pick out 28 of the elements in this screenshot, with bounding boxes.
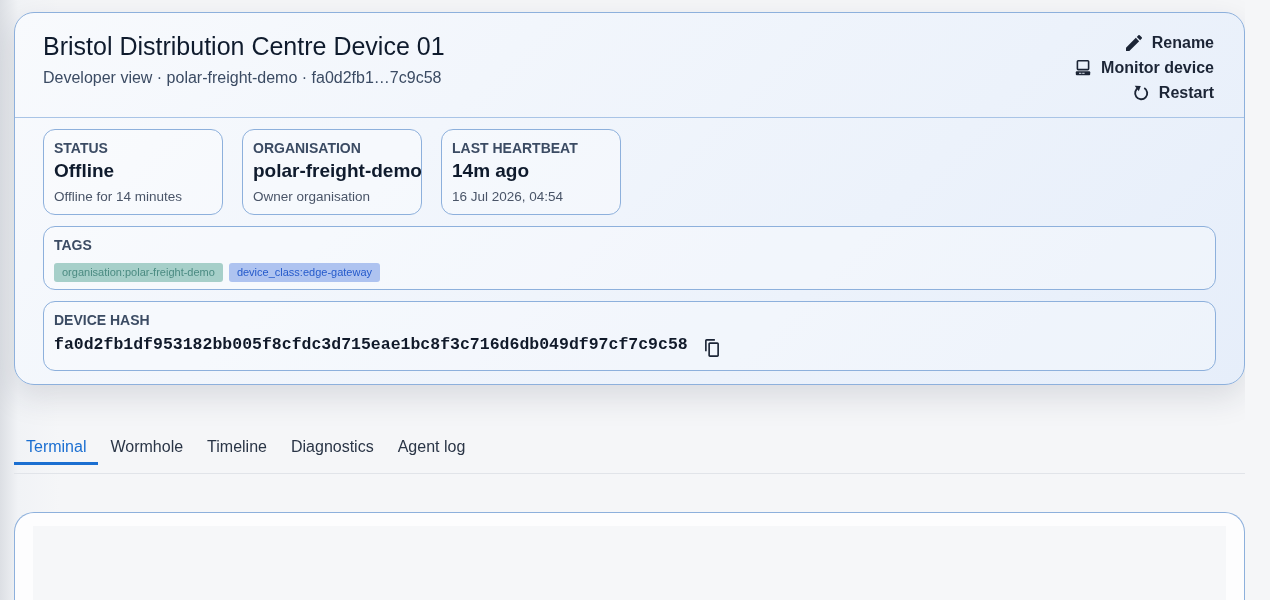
stat-label: LAST HEARTBEAT bbox=[452, 139, 578, 158]
pencil-icon bbox=[1125, 34, 1142, 51]
device-title: Bristol Distribution Centre Device 01 bbox=[43, 31, 445, 62]
stat-detail: 16 Jul 2026, 04:54 bbox=[452, 188, 564, 206]
monitor-button[interactable]: Monitor device bbox=[1075, 55, 1214, 80]
tab[interactable]: Diagnostics bbox=[278, 424, 386, 465]
tag: organisation:polar-freight-demo bbox=[54, 263, 223, 282]
restart-button[interactable]: Restart bbox=[1132, 80, 1214, 105]
stat-value: Offline bbox=[54, 159, 115, 183]
stat-detail: Offline for 14 minutes bbox=[54, 188, 183, 206]
tags-label: TAGS bbox=[54, 236, 92, 255]
stat-label: STATUS bbox=[54, 139, 108, 158]
tab[interactable]: Wormhole bbox=[98, 424, 196, 465]
copy-icon bbox=[703, 339, 720, 357]
device-hash-label: DEVICE HASH bbox=[54, 311, 150, 330]
stat-detail: Owner organisation bbox=[253, 188, 371, 206]
tab[interactable]: Timeline bbox=[195, 424, 279, 465]
tab[interactable]: Terminal bbox=[14, 424, 99, 465]
device-hash-value: fa0d2fb1df953182bb005f8cfdc3d715eae1bc8f3c716d6db049df97cf7c9c58 bbox=[54, 334, 688, 356]
circular-arrow-icon bbox=[1132, 84, 1149, 101]
stat-label: ORGANISATION bbox=[253, 139, 361, 158]
stat-value: polar-freight-demo bbox=[253, 159, 422, 183]
rename-button[interactable]: Rename bbox=[1125, 30, 1214, 55]
stat-value: 14m ago bbox=[452, 159, 530, 183]
device-subtitle: Developer view · polar-freight-demo · fa0d2fb1…7c9c58 bbox=[43, 68, 443, 88]
tab[interactable]: Agent log bbox=[385, 424, 478, 465]
tag: device_class:edge-gateway bbox=[228, 263, 380, 282]
computer-icon bbox=[1075, 59, 1092, 76]
